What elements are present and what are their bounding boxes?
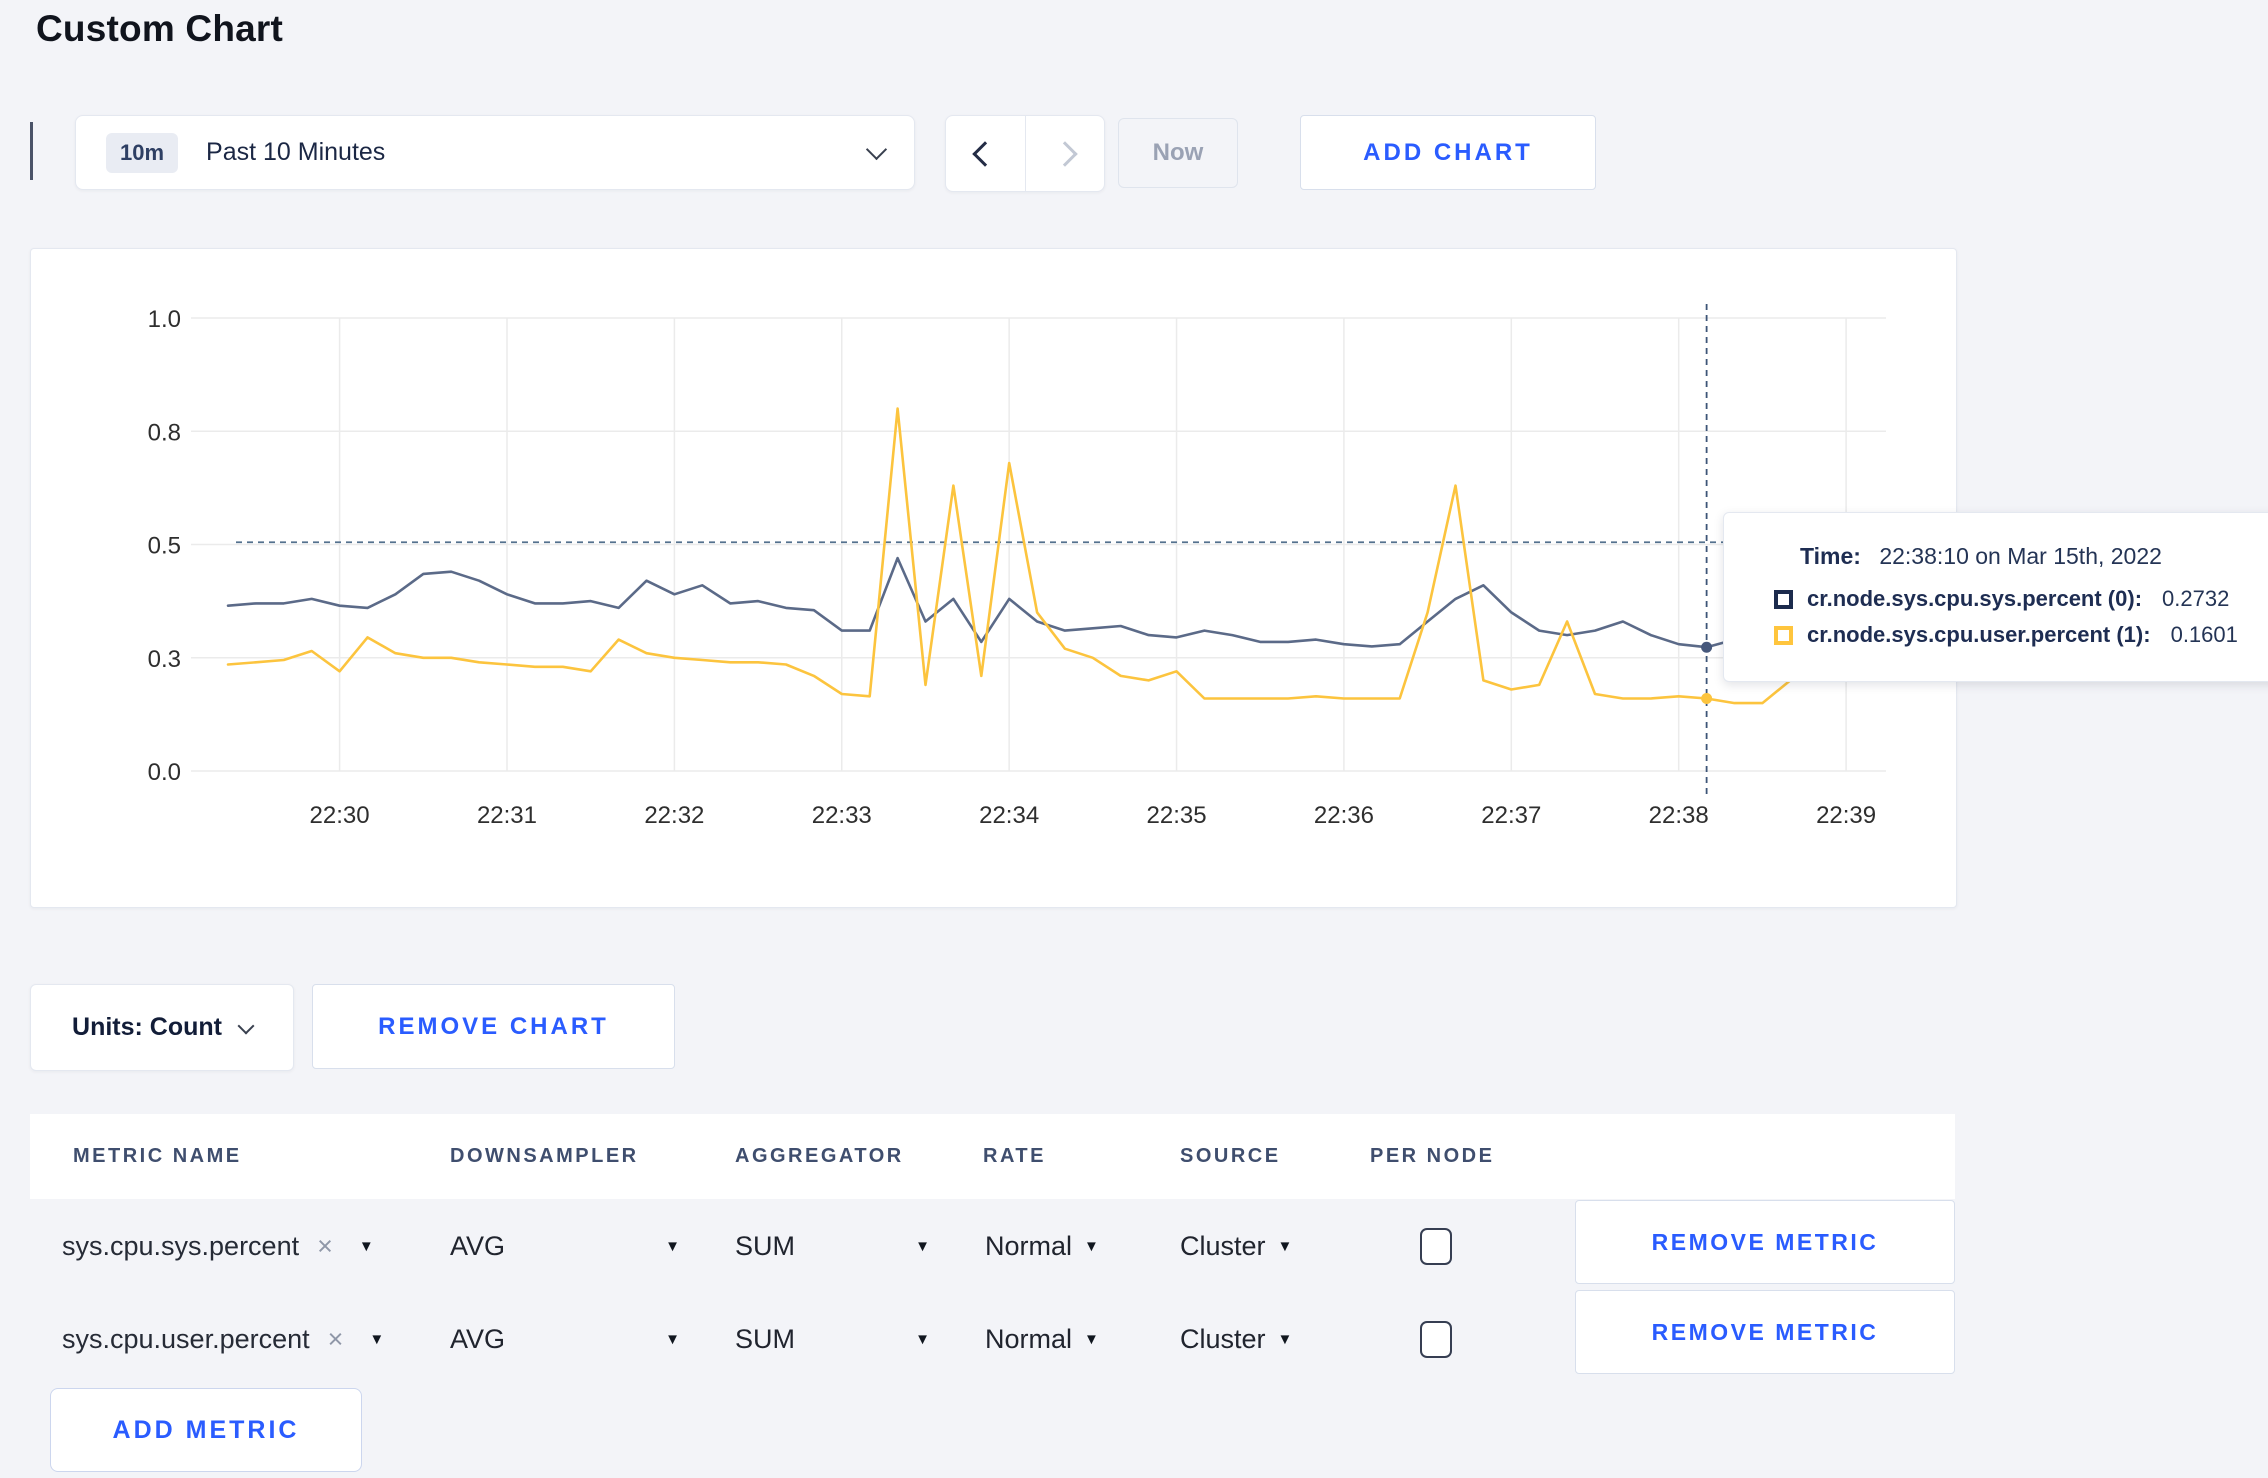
x-tick-label: 22:35 xyxy=(1147,802,1207,829)
caret-down-icon: ▼ xyxy=(1277,1330,1293,1348)
tooltip-time-row: Time: 22:38:10 on Mar 15th, 2022 xyxy=(1800,543,2262,570)
tooltip-series-row: cr.node.sys.cpu.user.percent (1): 0.1601 xyxy=(1774,622,2262,648)
x-tick-label: 22:31 xyxy=(477,802,537,829)
per-node-checkbox[interactable] xyxy=(1420,1227,1452,1265)
source-select[interactable]: Cluster ▼ xyxy=(1180,1231,1292,1262)
x-tick-label: 22:32 xyxy=(644,802,704,829)
tooltip-metric-label: cr.node.sys.cpu.user.percent (1): xyxy=(1807,622,2151,647)
col-header-source: SOURCE xyxy=(1180,1145,1281,1167)
metric-name-label: sys.cpu.user.percent xyxy=(62,1323,310,1354)
series-line xyxy=(226,556,1876,649)
downsampler-value: AVG xyxy=(450,1323,506,1354)
chevron-right-icon xyxy=(1052,140,1078,167)
time-range-label: Past 10 Minutes xyxy=(206,138,386,166)
col-header-aggregator: AGGREGATOR xyxy=(735,1145,904,1167)
caret-down-icon: ▼ xyxy=(369,1330,385,1348)
chart-tooltip: Time: 22:38:10 on Mar 15th, 2022 cr.node… xyxy=(1723,512,2268,682)
col-header-downsampler: DOWNSAMPLER xyxy=(450,1145,639,1167)
series-line xyxy=(226,407,1876,705)
x-tick-label: 22:39 xyxy=(1816,802,1876,829)
caret-down-icon: ▼ xyxy=(665,1237,680,1255)
chevron-left-icon xyxy=(972,140,998,167)
x-tick-label: 22:37 xyxy=(1481,802,1541,829)
tooltip-metric-value: 0.2732 xyxy=(2162,586,2230,611)
chevron-down-icon xyxy=(865,138,888,161)
tooltip-time-label: Time: xyxy=(1800,543,1861,569)
rate-value: Normal xyxy=(985,1323,1073,1354)
chart-card: 1.0 0.8 0.5 0.3 0.0 22:30 22:31 22:32 22:33 22:34… xyxy=(30,248,1957,908)
add-chart-button[interactable]: ADD CHART xyxy=(1300,115,1596,190)
x-tick-label: 22:36 xyxy=(1314,802,1374,829)
metric-name-dropdown[interactable]: sys.cpu.sys.percent × ▼ xyxy=(62,1231,374,1262)
caret-down-icon: ▼ xyxy=(1084,1330,1099,1348)
x-tick-label: 22:30 xyxy=(310,802,370,829)
caret-down-icon: ▼ xyxy=(915,1237,930,1255)
y-tick-label: 0.8 xyxy=(148,419,181,446)
series-swatch-user xyxy=(1774,625,1793,645)
caret-down-icon: ▼ xyxy=(915,1330,930,1348)
add-metric-button[interactable]: ADD METRIC xyxy=(50,1388,362,1472)
downsampler-select[interactable]: AVG ▼ xyxy=(450,1231,680,1262)
per-node-cell xyxy=(1420,1320,1452,1358)
rate-select[interactable]: Normal ▼ xyxy=(985,1324,1099,1355)
metric-name-dropdown[interactable]: sys.cpu.user.percent × ▼ xyxy=(62,1324,384,1355)
y-tick-label: 0.3 xyxy=(148,646,181,673)
source-value: Cluster xyxy=(1180,1323,1266,1354)
hover-point-dot xyxy=(1701,641,1713,653)
metrics-table-header: METRIC NAME DOWNSAMPLER AGGREGATOR RATE … xyxy=(30,1114,1955,1199)
aggregator-select[interactable]: SUM ▼ xyxy=(735,1231,930,1262)
x-tick-label: 22:33 xyxy=(812,802,872,829)
caret-down-icon: ▼ xyxy=(358,1237,374,1255)
downsampler-select[interactable]: AVG ▼ xyxy=(450,1324,680,1355)
time-range-badge: 10m xyxy=(106,132,179,173)
chart-canvas[interactable]: 1.0 0.8 0.5 0.3 0.0 22:30 22:31 22:32 22:33 22:34… xyxy=(31,249,1956,907)
y-tick-label: 0.0 xyxy=(148,759,181,786)
chevron-down-icon xyxy=(237,1017,255,1034)
tooltip-metric-value: 0.1601 xyxy=(2170,622,2238,647)
caret-down-icon: ▼ xyxy=(1084,1237,1099,1255)
tooltip-time-value: 22:38:10 on Mar 15th, 2022 xyxy=(1879,543,2162,569)
close-icon[interactable]: × xyxy=(328,1324,344,1355)
metric-name-label: sys.cpu.sys.percent xyxy=(62,1230,300,1261)
col-header-per-node: PER NODE xyxy=(1370,1145,1495,1167)
remove-metric-button[interactable]: REMOVE METRIC xyxy=(1575,1200,1955,1284)
per-node-checkbox[interactable] xyxy=(1420,1320,1452,1358)
aggregator-value: SUM xyxy=(735,1230,795,1261)
hover-point-dot xyxy=(1701,692,1713,704)
series-swatch-sys xyxy=(1774,589,1793,609)
next-time-button[interactable] xyxy=(1024,116,1105,191)
aggregator-select[interactable]: SUM ▼ xyxy=(735,1324,930,1355)
col-header-rate: RATE xyxy=(983,1145,1046,1167)
y-tick-label: 0.5 xyxy=(148,533,181,560)
prev-time-button[interactable] xyxy=(946,116,1025,191)
caret-down-icon: ▼ xyxy=(665,1330,680,1348)
rate-select[interactable]: Normal ▼ xyxy=(985,1231,1099,1262)
col-header-metric-name: METRIC NAME xyxy=(73,1145,242,1167)
source-select[interactable]: Cluster ▼ xyxy=(1180,1324,1292,1355)
source-value: Cluster xyxy=(1180,1230,1266,1261)
downsampler-value: AVG xyxy=(450,1230,506,1261)
toolbar-left-divider xyxy=(30,122,33,180)
rate-value: Normal xyxy=(985,1230,1073,1261)
tooltip-series-row: cr.node.sys.cpu.sys.percent (0): 0.2732 xyxy=(1774,586,2262,612)
time-pager xyxy=(945,115,1105,192)
time-range-dropdown[interactable]: 10m Past 10 Minutes xyxy=(75,115,915,190)
per-node-cell xyxy=(1420,1227,1452,1265)
x-tick-label: 22:38 xyxy=(1649,802,1709,829)
close-icon[interactable]: × xyxy=(317,1231,333,1262)
tooltip-metric-label: cr.node.sys.cpu.sys.percent (0): xyxy=(1807,586,2143,611)
units-dropdown[interactable]: Units: Count xyxy=(30,984,294,1071)
now-button[interactable]: Now xyxy=(1118,118,1238,188)
units-label: Units: Count xyxy=(72,1013,222,1041)
remove-chart-button[interactable]: REMOVE CHART xyxy=(312,984,675,1069)
remove-metric-button[interactable]: REMOVE METRIC xyxy=(1575,1290,1955,1374)
aggregator-value: SUM xyxy=(735,1323,795,1354)
caret-down-icon: ▼ xyxy=(1277,1237,1293,1255)
page-title: Custom Chart xyxy=(36,8,284,49)
x-tick-label: 22:34 xyxy=(979,802,1039,829)
y-tick-label: 1.0 xyxy=(148,306,181,333)
